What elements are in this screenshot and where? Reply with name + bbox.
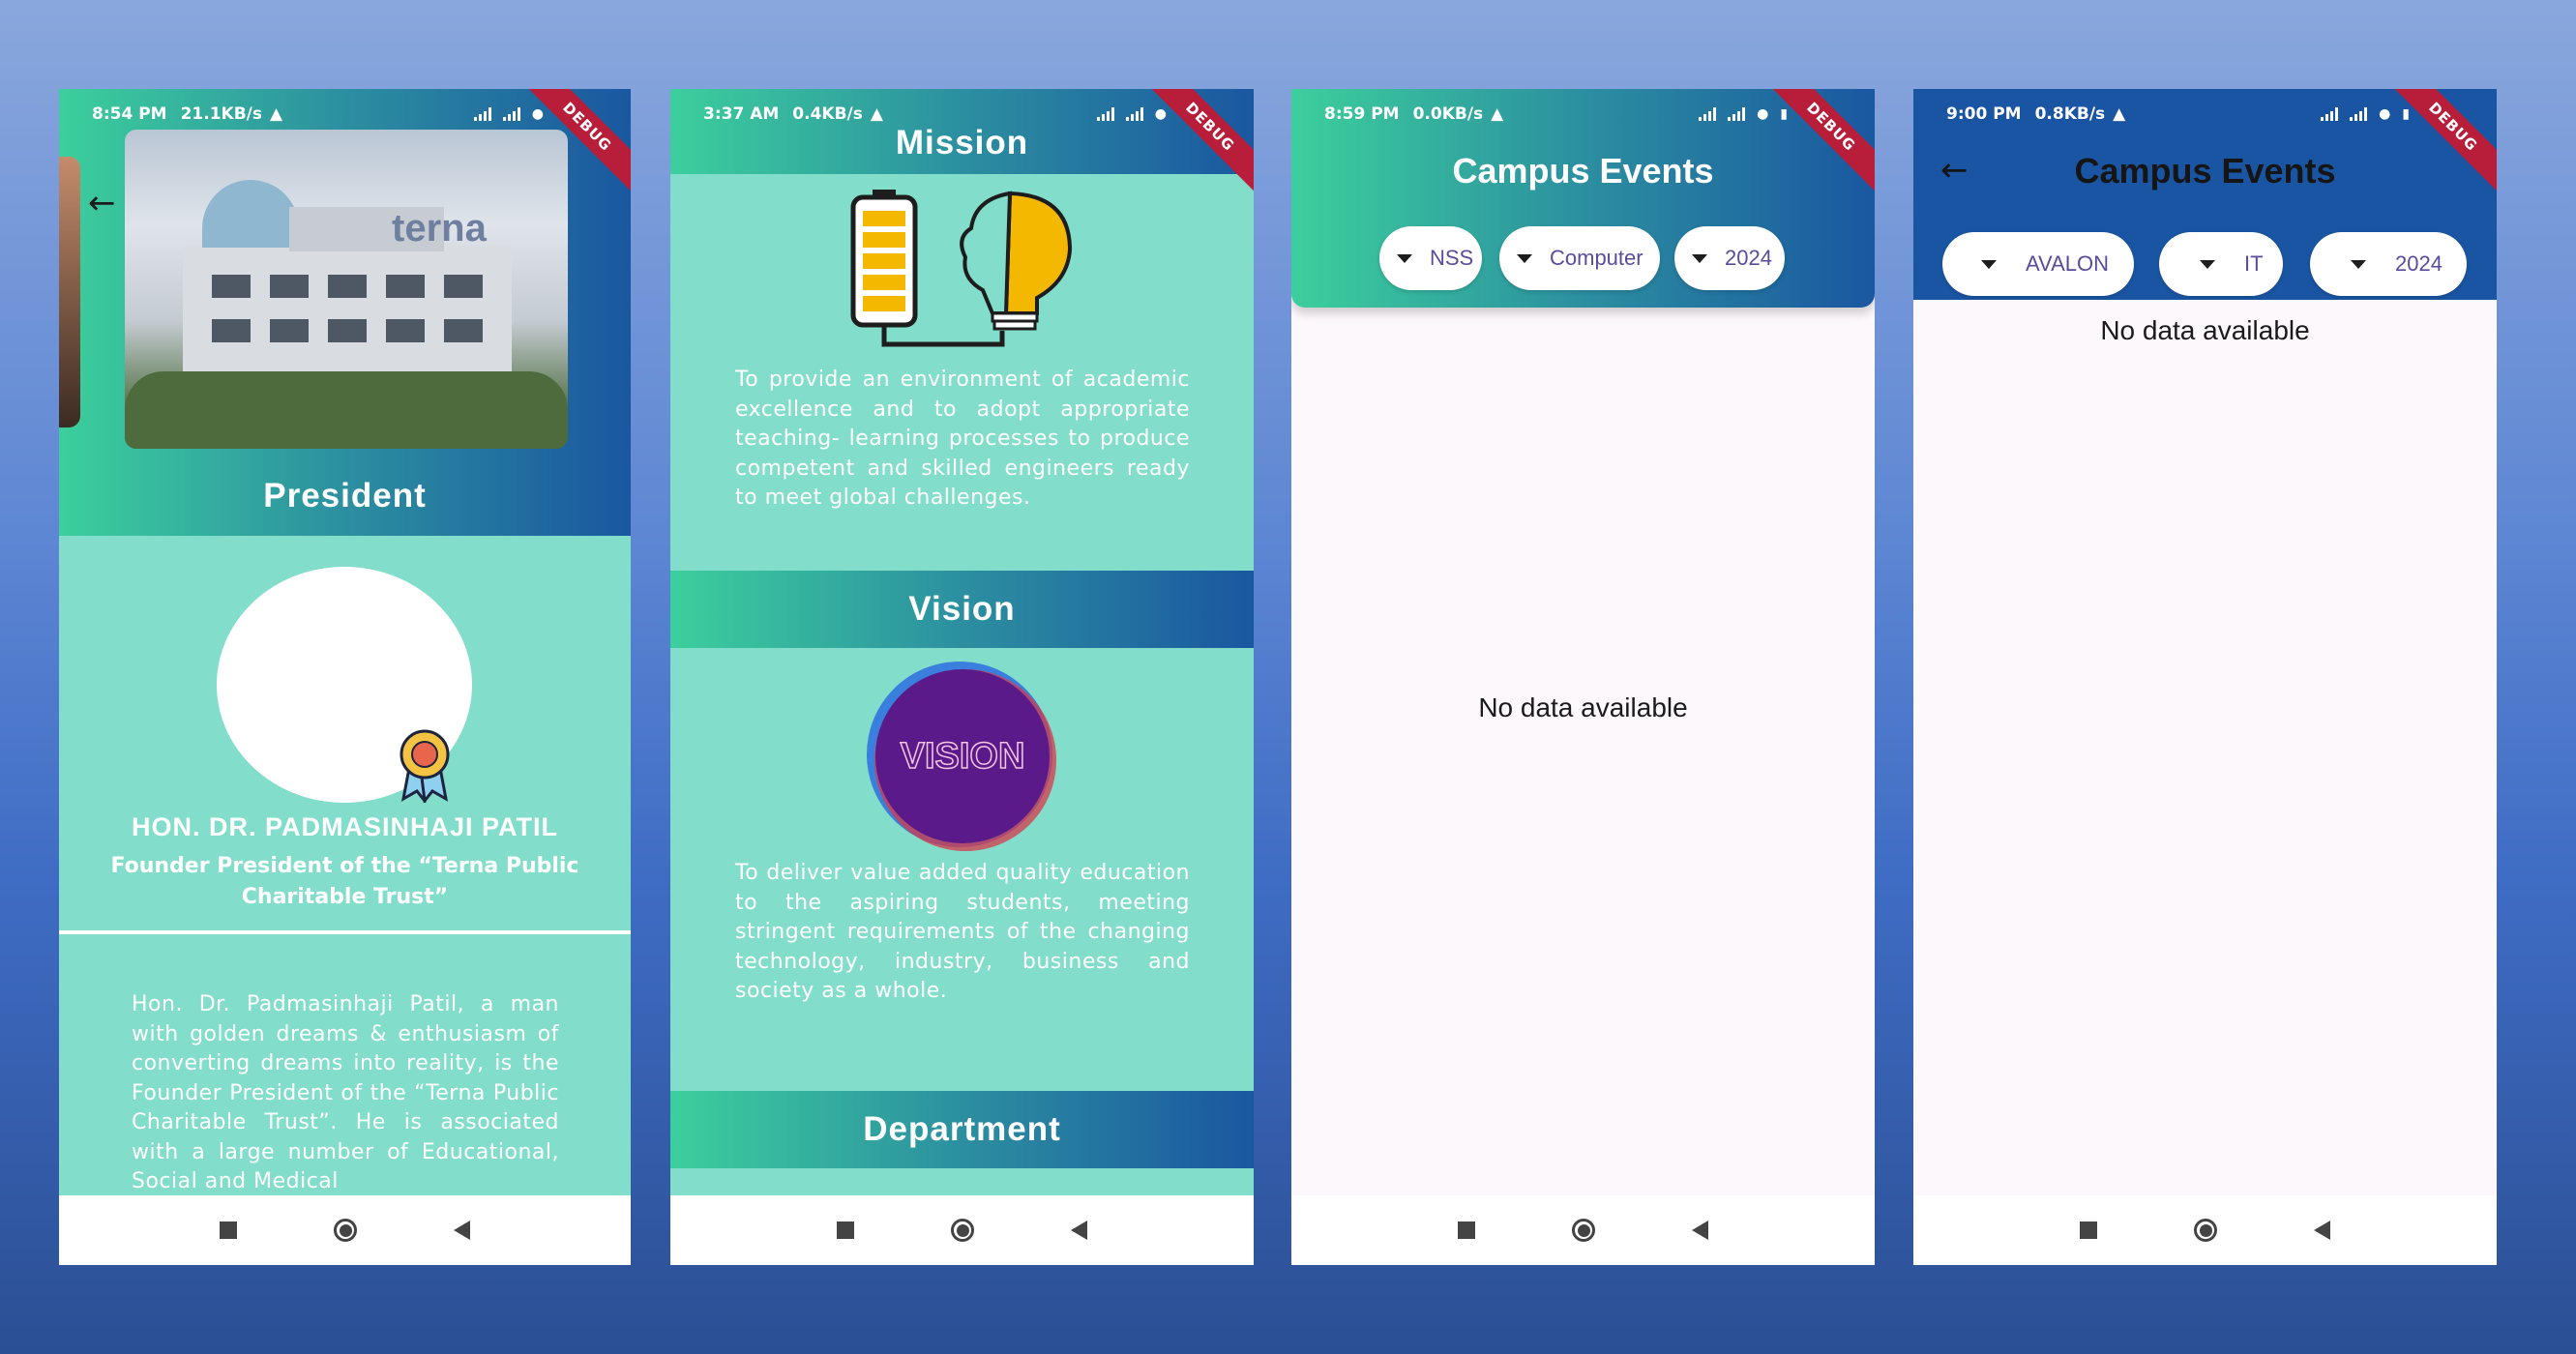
signal-icon (1096, 107, 1114, 121)
signal-icon (502, 107, 520, 121)
nav-recents-icon[interactable] (1458, 1222, 1475, 1239)
president-bio: Hon. Dr. Padmasinhaji Patil, a man with … (132, 992, 559, 1193)
vision-title: Vision (908, 590, 1016, 628)
status-time: 8:59 PM (1324, 104, 1400, 124)
android-nav-bar (1913, 1195, 2497, 1265)
phone-campus-events-screen-2: ← Campus Events AVALON IT 2024 9:00 PM 0… (1913, 89, 2497, 1265)
section-header-president: President (59, 456, 631, 536)
wifi-icon: ● (1757, 106, 1769, 122)
section-header-department: Department (670, 1091, 1254, 1168)
terna-logo: terna (392, 207, 487, 250)
vision-logo: VISION (867, 662, 1056, 851)
nav-home-icon[interactable] (1572, 1219, 1595, 1242)
nav-home-icon[interactable] (334, 1219, 357, 1242)
nav-back-icon[interactable] (2314, 1221, 2330, 1240)
section-header-vision: Vision (670, 571, 1254, 648)
filter-year-value: 2024 (2395, 251, 2443, 276)
status-network-speed: 0.4KB/s (792, 104, 863, 124)
nav-recents-icon[interactable] (837, 1222, 854, 1239)
android-nav-bar (1291, 1195, 1875, 1265)
alert-icon: ▲ (870, 104, 883, 124)
filter-year-value: 2024 (1725, 246, 1772, 270)
back-arrow-icon[interactable]: ← (88, 184, 116, 222)
status-time: 8:54 PM (92, 104, 167, 124)
president-subtitle: Founder President of the “Terna Public C… (110, 854, 579, 909)
empty-state-text: No data available (2100, 315, 2310, 345)
nav-back-icon[interactable] (1071, 1221, 1087, 1240)
alert-icon: ▲ (1491, 104, 1504, 124)
chevron-down-icon (2200, 259, 2215, 269)
vision-logo-text: VISION (901, 736, 1025, 777)
battery-icon: ▮ (1780, 106, 1788, 122)
hero-header: terna ← (59, 89, 631, 456)
filter-department-value: Computer (1550, 246, 1643, 270)
filter-department-dropdown[interactable]: IT (2159, 232, 2283, 296)
status-network-speed: 21.1KB/s (180, 104, 262, 124)
page-title: Campus Events (2074, 151, 2336, 191)
chevron-down-icon (1397, 253, 1412, 263)
wifi-icon: ● (2379, 106, 2391, 122)
section-title: President (263, 477, 427, 515)
alert-icon: ▲ (2113, 104, 2126, 124)
vision-text: To deliver value added quality education… (735, 861, 1190, 1003)
department-title: Department (863, 1110, 1061, 1148)
battery-icon: ▮ (2402, 106, 2410, 122)
status-network-speed: 0.0KB/s (1412, 104, 1484, 124)
signal-icon (473, 107, 491, 121)
wifi-icon: ● (531, 106, 544, 122)
nav-back-icon[interactable] (454, 1221, 470, 1240)
signal-icon (1728, 107, 1746, 121)
nav-home-icon[interactable] (2194, 1219, 2217, 1242)
president-name: HON. DR. PADMASINHAJI PATIL (131, 812, 558, 841)
award-badge-icon (400, 729, 450, 803)
phone-campus-events-screen: Campus Events NSS Computer 2024 8:59 PM … (1291, 89, 1875, 1265)
chevron-down-icon (1517, 253, 1532, 263)
nav-recents-icon[interactable] (220, 1222, 237, 1239)
filter-club-dropdown[interactable]: AVALON (1942, 232, 2134, 296)
nav-recents-icon[interactable] (2080, 1222, 2097, 1239)
signal-icon (2350, 107, 2368, 121)
college-building-photo: terna (125, 130, 568, 449)
filter-department-dropdown[interactable]: Computer (1499, 226, 1660, 290)
vision-body: VISION To deliver value added quality ed… (670, 648, 1254, 1091)
filter-club-dropdown[interactable]: NSS (1379, 226, 1482, 290)
status-network-speed: 0.8KB/s (2034, 104, 2106, 124)
signal-icon (2321, 107, 2339, 121)
empty-state-text: No data available (1478, 692, 1688, 722)
filter-club-value: AVALON (2026, 251, 2109, 276)
filter-year-dropdown[interactable]: 2024 (1674, 226, 1785, 290)
mission-body: To provide an environment of academic ex… (670, 174, 1254, 571)
wifi-icon: ● (1154, 106, 1167, 122)
status-time: 3:37 AM (703, 104, 780, 124)
mission-text: To provide an environment of academic ex… (735, 368, 1190, 510)
president-body: HON. DR. PADMASINHAJI PATIL Founder Pres… (59, 536, 631, 1265)
filter-year-dropdown[interactable]: 2024 (2310, 232, 2467, 296)
phone-president-screen: terna ← 8:54 PM 21.1KB/s ▲ ● DEBUG Presi… (59, 89, 631, 1265)
nav-back-icon[interactable] (1692, 1221, 1708, 1240)
signal-icon (1699, 107, 1717, 121)
filter-department-value: IT (2244, 251, 2264, 276)
divider (59, 930, 631, 934)
chevron-down-icon (1692, 253, 1707, 263)
status-time: 9:00 PM (1946, 104, 2022, 124)
nav-home-icon[interactable] (951, 1219, 974, 1242)
signal-icon (1125, 107, 1143, 121)
filter-club-value: NSS (1430, 246, 1474, 270)
battery-bulb-illustration (850, 190, 1073, 347)
phone-mission-vision-screen: Mission 3:37 AM 0.4KB/s ▲ ● DEBUG To pro… (670, 89, 1254, 1265)
chevron-down-icon (2351, 259, 2366, 269)
android-nav-bar (59, 1195, 631, 1265)
carousel-prev-image[interactable] (59, 157, 80, 427)
android-nav-bar (670, 1195, 1254, 1265)
chevron-down-icon (1981, 259, 1997, 269)
alert-icon: ▲ (270, 104, 283, 124)
page-title: Campus Events (1452, 151, 1714, 191)
